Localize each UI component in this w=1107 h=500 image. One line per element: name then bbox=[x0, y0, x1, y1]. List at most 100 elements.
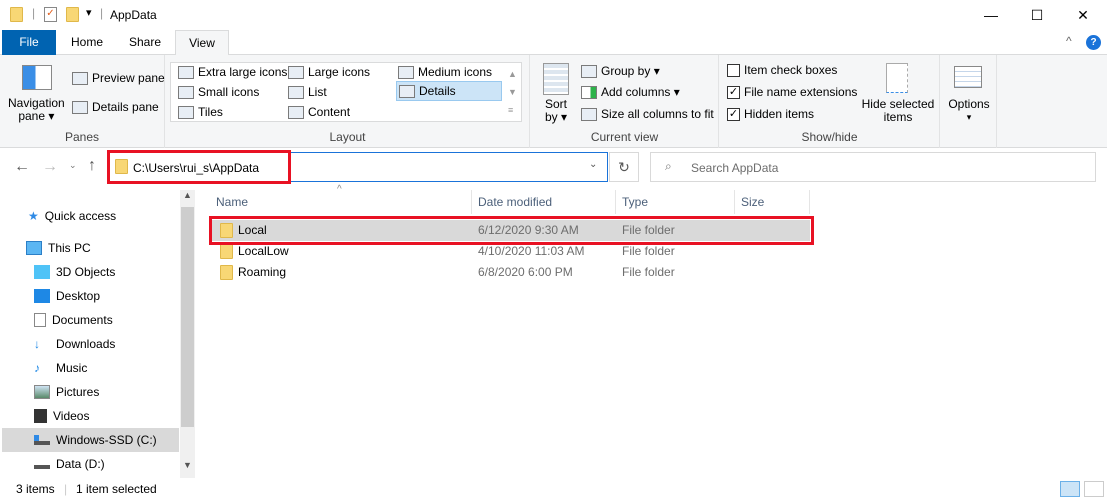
item-count: 3 items bbox=[16, 482, 55, 496]
sort-by-button[interactable]: Sort by ▾ bbox=[545, 98, 567, 124]
forward-button[interactable]: → bbox=[42, 158, 58, 176]
layout-list[interactable]: List bbox=[288, 85, 327, 99]
navigation-pane-icon bbox=[22, 65, 52, 90]
nav-quick-access[interactable]: ★ Quick access bbox=[28, 205, 116, 227]
column-size[interactable]: Size bbox=[735, 190, 810, 214]
panes-group: Navigation pane ▾ Preview pane Details pa… bbox=[0, 55, 165, 148]
layout-small-icons[interactable]: Small icons bbox=[178, 85, 259, 99]
add-columns-button[interactable]: Add columns ▾ bbox=[581, 85, 680, 99]
details-view-button[interactable] bbox=[1060, 481, 1080, 497]
new-folder-icon[interactable] bbox=[66, 7, 79, 22]
minimize-button[interactable]: — bbox=[968, 0, 1014, 30]
folder-icon bbox=[10, 7, 23, 22]
list-icon bbox=[288, 85, 304, 99]
cube-icon bbox=[34, 265, 50, 279]
file-row-roaming[interactable]: Roaming 6/8/2020 6:00 PM File folder bbox=[210, 262, 810, 283]
search-placeholder: Search AppData bbox=[691, 161, 779, 175]
tab-share[interactable]: Share bbox=[118, 30, 172, 55]
layout-scroll[interactable]: ▲ ▼ ≡ bbox=[508, 65, 517, 119]
preview-pane-button[interactable]: Preview pane bbox=[72, 71, 165, 85]
layout-details[interactable]: Details bbox=[396, 81, 502, 101]
nav-pictures[interactable]: Pictures bbox=[34, 381, 99, 403]
drive-icon bbox=[34, 435, 50, 445]
column-type[interactable]: Type bbox=[616, 190, 735, 214]
extra-large-icons-icon bbox=[178, 65, 194, 79]
tiles-icon bbox=[178, 105, 194, 119]
nav-desktop[interactable]: Desktop bbox=[34, 285, 100, 307]
help-icon[interactable]: ? bbox=[1086, 35, 1101, 50]
group-by-button[interactable]: Group by ▾ bbox=[581, 64, 660, 78]
folder-icon bbox=[220, 265, 233, 280]
hide-selected-button[interactable]: Hide selected items bbox=[860, 98, 936, 124]
status-bar: 3 items | 1 item selected bbox=[0, 478, 1107, 500]
close-button[interactable]: ✕ bbox=[1060, 0, 1106, 30]
download-icon: ↓ bbox=[34, 337, 40, 351]
drive-icon bbox=[34, 459, 50, 469]
current-view-group: Sort by ▾ Group by ▾ Add columns ▾ Size a… bbox=[531, 55, 719, 148]
details-pane-icon bbox=[72, 100, 88, 114]
layout-large-icons[interactable]: Large icons bbox=[288, 65, 370, 79]
options-icon bbox=[954, 66, 982, 88]
layout-content[interactable]: Content bbox=[288, 105, 350, 119]
document-icon bbox=[34, 313, 46, 327]
content-icon bbox=[288, 105, 304, 119]
details-pane-button[interactable]: Details pane bbox=[72, 100, 159, 114]
scroll-thumb[interactable] bbox=[181, 207, 194, 427]
collapse-ribbon-icon[interactable]: ^ bbox=[1066, 34, 1072, 48]
highlight-address bbox=[107, 150, 291, 184]
recent-locations-button[interactable]: ⌄ bbox=[69, 160, 77, 171]
nav-windows-ssd[interactable]: Windows-SSD (C:) bbox=[34, 429, 157, 451]
refresh-button[interactable]: ↻ bbox=[609, 152, 639, 182]
tab-view[interactable]: View bbox=[175, 30, 229, 56]
nav-downloads[interactable]: ↓ Downloads bbox=[34, 333, 115, 355]
nav-scrollbar[interactable]: ▲ ▼ bbox=[180, 190, 195, 478]
back-button[interactable]: ← bbox=[14, 158, 30, 176]
star-icon: ★ bbox=[28, 209, 39, 223]
navigation-pane: ★ Quick access This PC 3D Objects Desktop… bbox=[0, 190, 195, 478]
file-name-extensions-checkbox[interactable]: ✓ File name extensions bbox=[727, 85, 857, 99]
tab-file[interactable]: File bbox=[2, 30, 56, 55]
column-date-modified[interactable]: Date modified bbox=[472, 190, 616, 214]
layout-group: Extra large icons Large icons Medium ico… bbox=[166, 55, 530, 148]
sort-icon bbox=[543, 63, 569, 95]
column-name[interactable]: Name bbox=[210, 190, 472, 214]
layout-tiles[interactable]: Tiles bbox=[178, 105, 223, 119]
ribbon: Navigation pane ▾ Preview pane Details pa… bbox=[0, 55, 1107, 148]
address-dropdown-icon[interactable]: ⌄ bbox=[589, 159, 597, 170]
group-by-icon bbox=[581, 64, 597, 78]
hidden-items-checkbox[interactable]: ✓ Hidden items bbox=[727, 107, 814, 121]
show-hide-group: Item check boxes ✓ File name extensions ✓… bbox=[720, 55, 940, 148]
scroll-down-icon[interactable]: ▼ bbox=[180, 460, 195, 476]
video-icon bbox=[34, 409, 47, 423]
nav-this-pc[interactable]: This PC bbox=[26, 237, 91, 259]
title-bar: | ✓ ▾ | AppData — ☐ ✕ bbox=[0, 0, 1107, 30]
window-title: AppData bbox=[110, 8, 157, 22]
options-group[interactable]: Options ▾ bbox=[941, 55, 997, 148]
item-check-boxes-checkbox[interactable]: Item check boxes bbox=[727, 63, 837, 77]
add-columns-icon bbox=[581, 85, 597, 99]
scroll-up-icon[interactable]: ▲ bbox=[180, 190, 195, 206]
tab-home[interactable]: Home bbox=[60, 30, 114, 55]
maximize-button[interactable]: ☐ bbox=[1014, 0, 1060, 30]
navigation-pane-button[interactable]: Navigation pane ▾ bbox=[8, 97, 65, 123]
computer-icon bbox=[26, 241, 42, 255]
nav-data-d[interactable]: Data (D:) bbox=[34, 453, 105, 475]
nav-videos[interactable]: Videos bbox=[34, 405, 89, 427]
layout-medium-icons[interactable]: Medium icons bbox=[398, 65, 492, 79]
properties-icon[interactable]: ✓ bbox=[44, 7, 57, 22]
customize-toolbar-icon[interactable]: ▾ bbox=[86, 6, 92, 19]
size-columns-button[interactable]: Size all columns to fit bbox=[581, 107, 714, 121]
large-icons-icon bbox=[288, 65, 304, 79]
up-button[interactable]: ↑ bbox=[88, 157, 96, 175]
ribbon-tabs: File Home Share View ^ ? bbox=[0, 30, 1107, 56]
selection-count: 1 item selected bbox=[76, 482, 157, 496]
nav-documents[interactable]: Documents bbox=[34, 309, 113, 331]
folder-icon bbox=[220, 244, 233, 259]
nav-music[interactable]: ♪ Music bbox=[34, 357, 87, 379]
music-icon: ♪ bbox=[34, 361, 40, 375]
layout-extra-large-icons[interactable]: Extra large icons bbox=[178, 65, 287, 79]
large-icons-view-button[interactable] bbox=[1084, 481, 1104, 497]
small-icons-icon bbox=[178, 85, 194, 99]
search-box[interactable]: ⌕ Search AppData bbox=[650, 152, 1096, 182]
nav-3d-objects[interactable]: 3D Objects bbox=[34, 261, 115, 283]
